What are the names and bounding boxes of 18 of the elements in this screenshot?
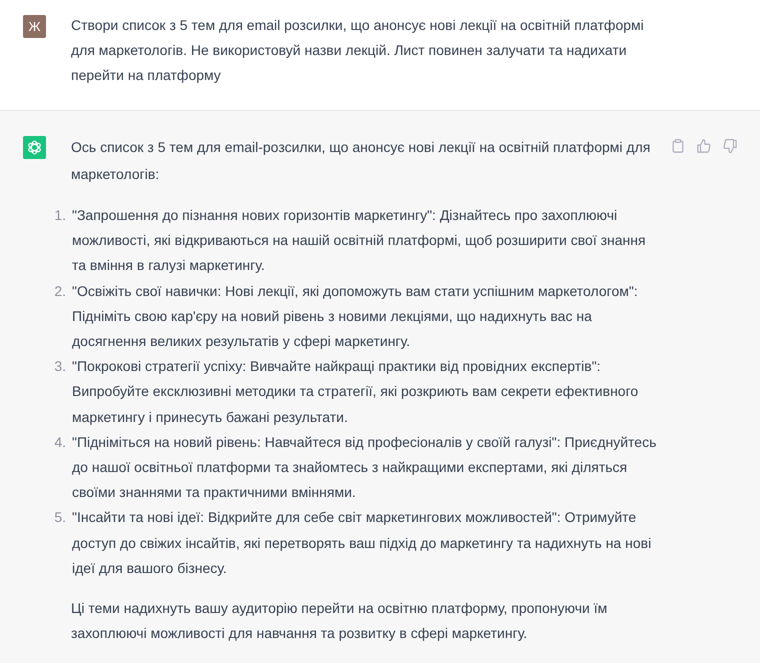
list-item-text: "Інсайти та нові ідеї: Відкрийте для себе світ маркетингових можливостей": Отримуйте доступ до свіжих інсайтів, які перетворять ваш підхід до маркетингу та надихнуть на нові ідеї для вашого бізнесу.: [72, 508, 652, 578]
list-item-text: "Покрокові стратегії успіху: Вивчайте найкращі практики від провідних експертів": Випробуйте ексклюзивні методики та стратегії, які розкриють вам секрети ефективного маркетингу і принесуть бажані результати.: [72, 357, 640, 427]
thumbs-down-icon[interactable]: [723, 139, 737, 153]
list-item-text: "Підніміться на новий рівень: Навчайтеся від професіоналів у своїй галузі": Приєднуйтесь до нашої освітньої платформи та знайомтесь з найкращими експертами, які діляться своїми знаннями та практичними вміннями.: [72, 432, 658, 502]
user-message-text: Створи список з 5 тем для email розсилки, що анонсує нові лекції на освітній платформі для маркетологів. Не використовуй назви лекцій. Лист повинен залучати та надихати перейти на платформу: [71, 16, 645, 85]
list-number: 2.: [53, 282, 66, 301]
answer-intro-text: Ось список з 5 тем для email-розсилки, що анонсує нові лекції на освітній платформі для маркетологів:: [71, 138, 652, 184]
list-item-text: "Запрошення до пізнання нових горизонтів маркетингу": Дізнайтесь про захоплюючі можливості, які відкриваються на нашій освітній платформі, щоб розширити свої знання та вміння в галузі маркетингу.: [72, 206, 647, 276]
list-number: 3.: [53, 357, 66, 376]
answer-summary-text: Ці теми надихнуть вашу аудиторію перейти на освітню платформу, пропонуючи їм захоплюючі можливості для навчання та розвитку в сфері маркетингу.: [71, 599, 608, 644]
thumbs-up-icon[interactable]: [697, 139, 711, 153]
swirl-logo-icon: [23, 136, 46, 159]
clipboard-icon[interactable]: [671, 139, 685, 153]
list-number: 4.: [53, 432, 66, 452]
list-number: 1.: [53, 206, 66, 225]
list-item-text: "Освіжіть свої навички: Нові лекції, які допоможуть вам стати успішним маркетологом": Підніміть свою кар'єру на новий рівень з новими лекціями, що надихнуть вас на досягнення великих результатів у сфері маркетингу.: [72, 282, 639, 352]
user-avatar: Ж: [23, 15, 46, 38]
list-number: 5.: [53, 508, 66, 528]
